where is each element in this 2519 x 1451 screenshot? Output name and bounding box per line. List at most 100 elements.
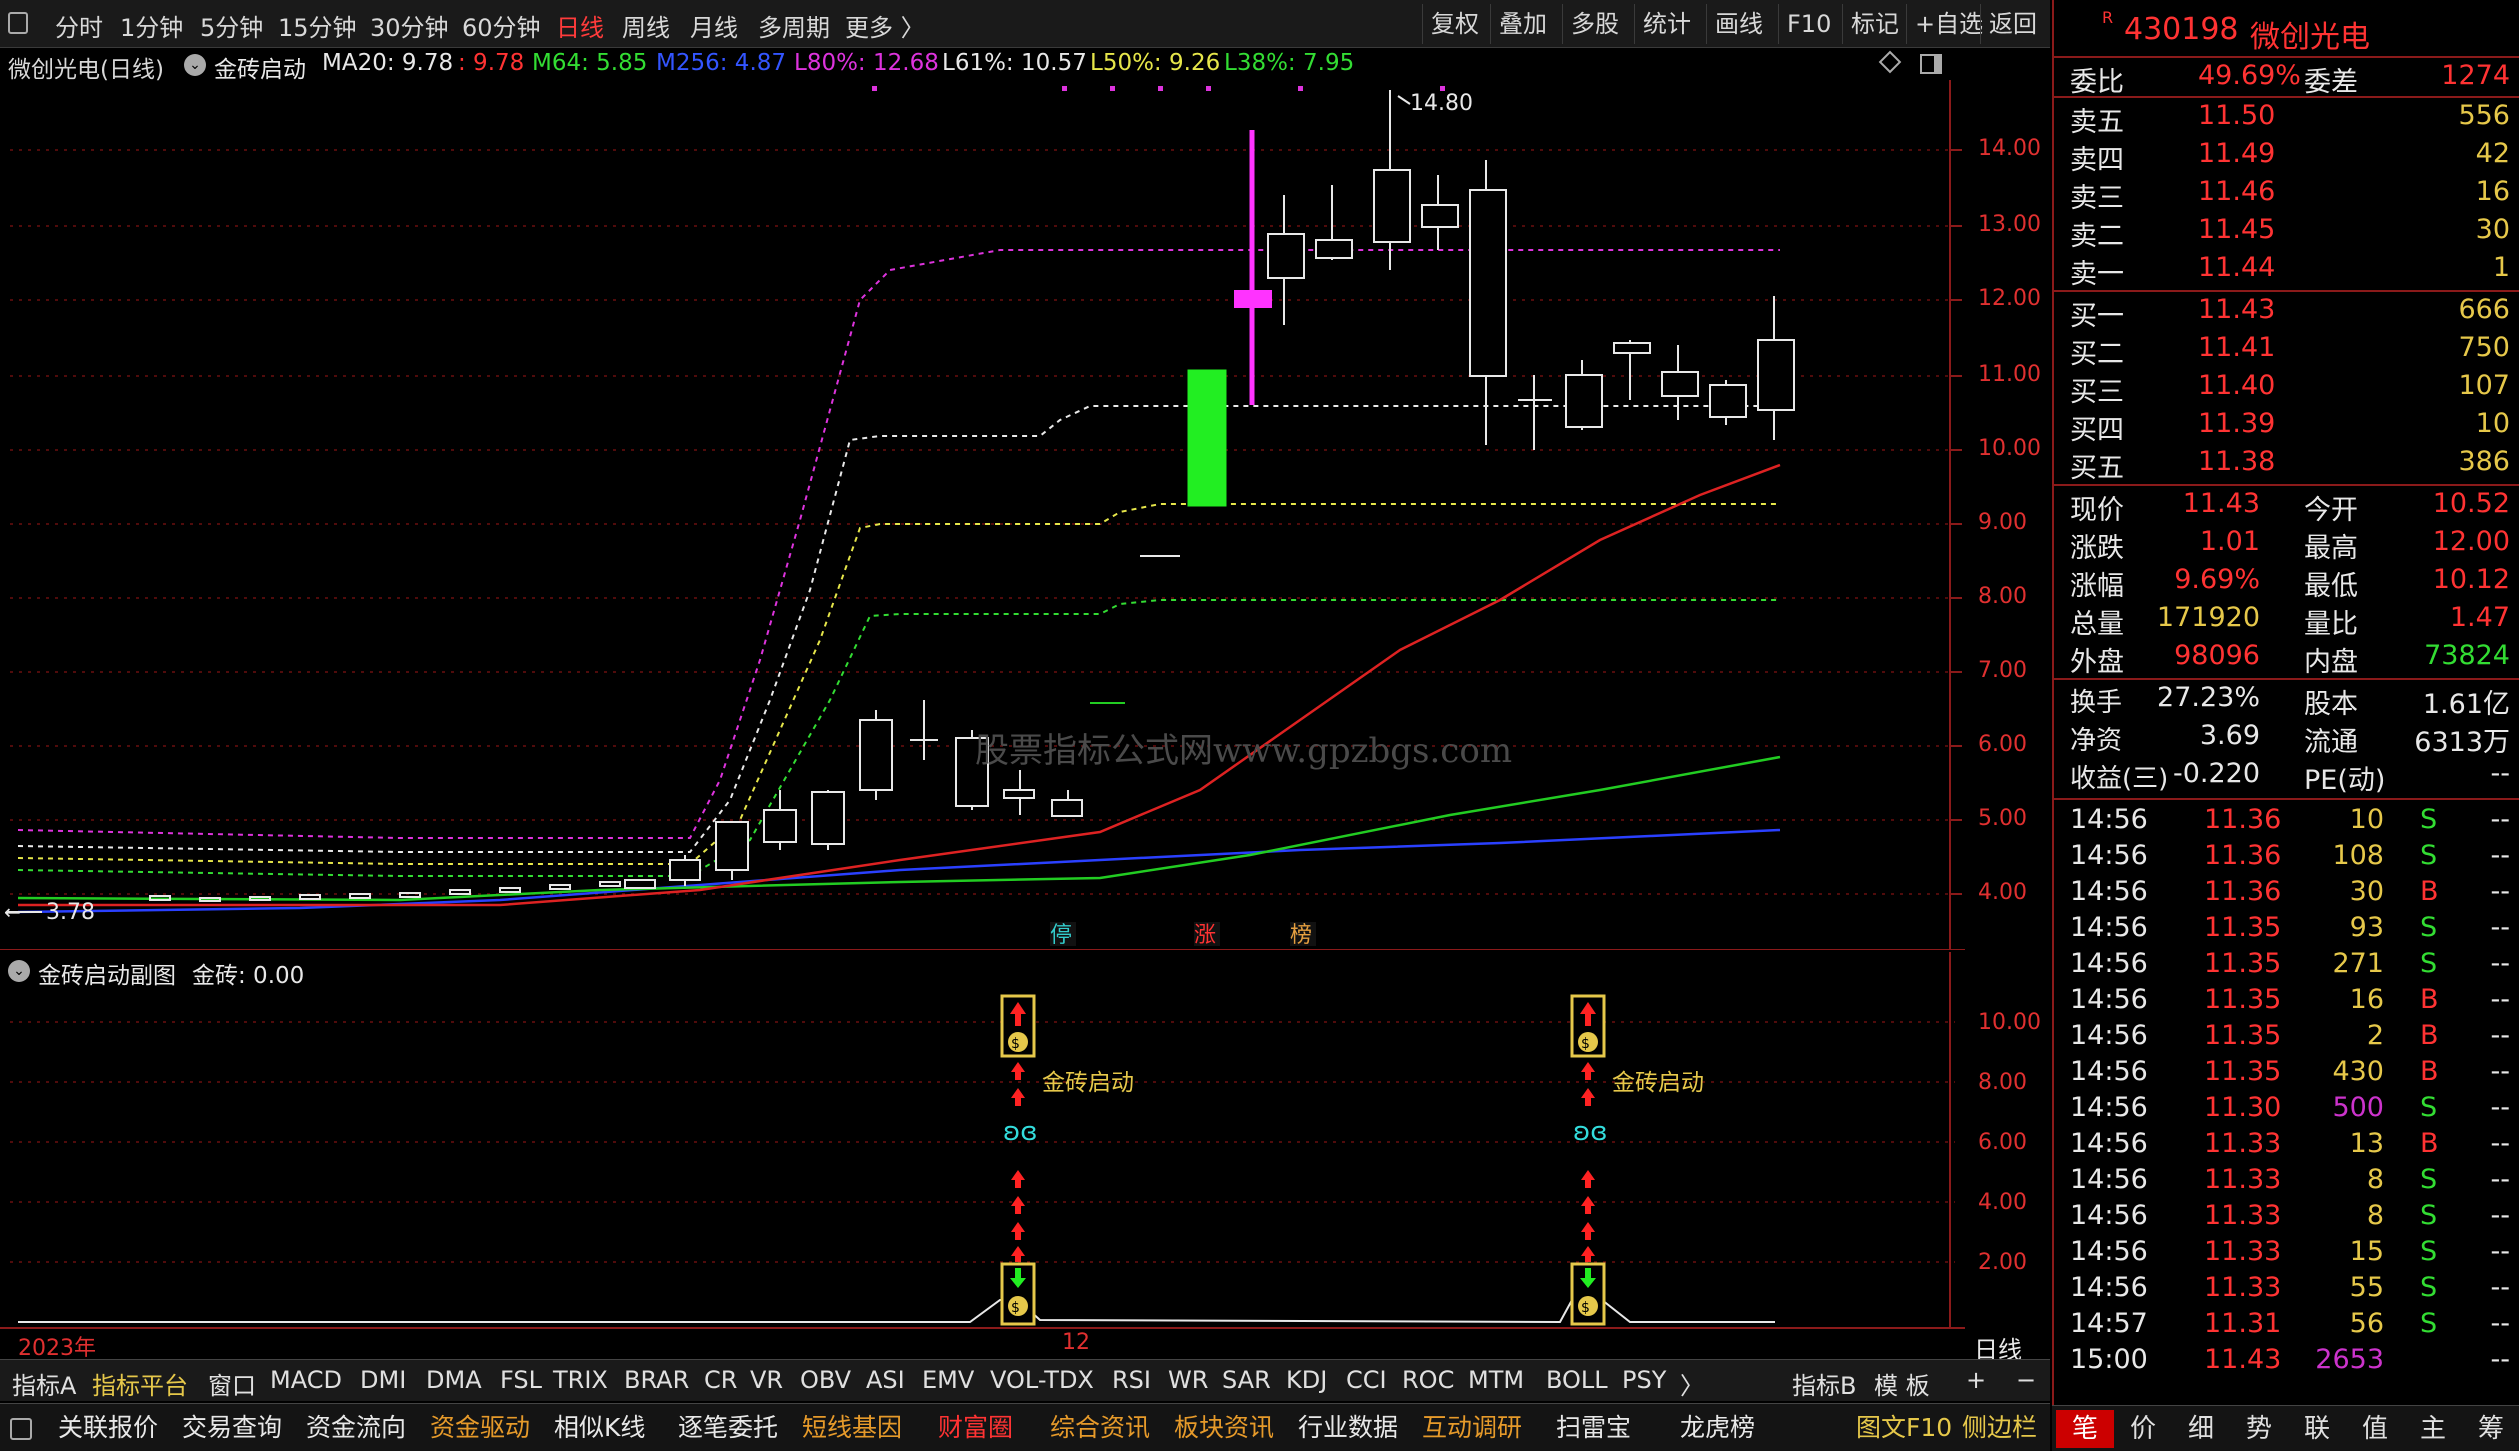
func-sidebar[interactable]: 侧边栏: [1962, 1410, 2037, 1446]
func-dragon-tiger[interactable]: 龙虎榜: [1680, 1410, 1755, 1446]
suspend-marker[interactable]: 停: [1050, 923, 1072, 948]
tick-price: 11.43: [2204, 1344, 2282, 1375]
quote-tab[interactable]: 价: [2114, 1410, 2172, 1448]
ask-row[interactable]: 卖一 11.44 1: [2070, 252, 2510, 290]
bid-row[interactable]: 买一 11.43 666: [2070, 294, 2510, 332]
mark-button[interactable]: 标记: [1842, 4, 1907, 44]
fundamental-value: 3.69: [2199, 720, 2260, 751]
window-menu-icon[interactable]: [10, 1418, 32, 1440]
bid-row[interactable]: 买四 11.39 10: [2070, 408, 2510, 446]
limit-up-marker[interactable]: 涨: [1194, 923, 1216, 948]
main-kline-chart[interactable]: 14.80 ← 3.78 股票指标公式网www.gpzbgs.com 停 涨 榜: [0, 80, 1965, 950]
func-trade-query[interactable]: 交易查询: [182, 1410, 282, 1446]
quote-tab[interactable]: 主: [2404, 1410, 2462, 1448]
indicator-name[interactable]: 金砖启动: [214, 50, 306, 84]
template-tab[interactable]: 模 板: [1874, 1366, 1930, 1401]
quote-tab[interactable]: 笔: [2056, 1410, 2114, 1448]
func-interactive-survey[interactable]: 互动调研: [1422, 1410, 1522, 1446]
period-weekly[interactable]: 周线: [622, 8, 670, 43]
func-short-gene[interactable]: 短线基因: [802, 1410, 902, 1446]
indicator-platform-tab[interactable]: 指标平台: [92, 1366, 188, 1401]
indicator-mtm[interactable]: MTM: [1468, 1366, 1524, 1394]
indicator-vr[interactable]: VR: [750, 1366, 783, 1394]
stat-label: 涨跌: [2070, 533, 2124, 564]
indicator-psy[interactable]: PSY: [1622, 1366, 1666, 1394]
func-mine-scan[interactable]: 扫雷宝: [1556, 1410, 1631, 1446]
tick-volume: 271: [2332, 948, 2384, 979]
indicator-more-arrow[interactable]: 〉: [1680, 1366, 1704, 1401]
period-30min[interactable]: 30分钟: [370, 8, 449, 43]
indicator-dma[interactable]: DMA: [426, 1366, 482, 1394]
indicator-roc[interactable]: ROC: [1402, 1366, 1454, 1394]
period-60min[interactable]: 60分钟: [462, 8, 541, 43]
quote-tab[interactable]: 筹: [2462, 1410, 2519, 1448]
func-industry-data[interactable]: 行业数据: [1298, 1410, 1398, 1446]
sub-y-tick-4: 4.00: [1978, 1190, 2027, 1215]
period-intraday[interactable]: 分时: [55, 8, 103, 43]
multi-stock-button[interactable]: 多股: [1562, 4, 1627, 44]
bid-row[interactable]: 买三 11.40 107: [2070, 370, 2510, 408]
period-1min[interactable]: 1分钟: [120, 8, 183, 43]
indicator-cr[interactable]: CR: [704, 1366, 737, 1394]
ask-label: 卖五: [2070, 107, 2124, 138]
indicator-emv[interactable]: EMV: [922, 1366, 974, 1394]
func-fund-drive[interactable]: 资金驱动: [430, 1410, 530, 1446]
indicator-kdj[interactable]: KDJ: [1286, 1366, 1327, 1394]
period-daily[interactable]: 日线: [556, 8, 604, 43]
indicator-window-tab[interactable]: 窗口: [208, 1366, 256, 1401]
window-menu-icon[interactable]: [8, 12, 28, 34]
indicator-cci[interactable]: CCI: [1346, 1366, 1387, 1394]
ask-row[interactable]: 卖四 11.49 42: [2070, 138, 2510, 176]
indicator-wr[interactable]: WR: [1168, 1366, 1208, 1394]
indicator-brar[interactable]: BRAR: [624, 1366, 689, 1394]
indicator-a-tab[interactable]: 指标A: [12, 1366, 76, 1401]
add-window-button[interactable]: +: [1966, 1366, 1986, 1394]
quote-tab[interactable]: 值: [2346, 1410, 2404, 1448]
chevron-down-icon[interactable]: ⌄: [184, 54, 206, 76]
func-related-quote[interactable]: 关联报价: [58, 1410, 158, 1446]
period-5min[interactable]: 5分钟: [200, 8, 263, 43]
func-sector-news[interactable]: 板块资讯: [1174, 1410, 1274, 1446]
adjust-button[interactable]: 复权: [1422, 4, 1487, 44]
func-fund-flow[interactable]: 资金流向: [306, 1410, 406, 1446]
quote-tab[interactable]: 势: [2230, 1410, 2288, 1448]
func-order-detail[interactable]: 逐笔委托: [678, 1410, 778, 1446]
bid-row[interactable]: 买二 11.41 750: [2070, 332, 2510, 370]
sub-indicator-chart[interactable]: $ ʚɞ $ $ ʚɞ $ 金砖启动 金砖启动: [0, 952, 1965, 1332]
ask-row[interactable]: 卖三 11.46 16: [2070, 176, 2510, 214]
period-15min[interactable]: 15分钟: [278, 8, 357, 43]
back-button[interactable]: 返回: [1980, 4, 2045, 44]
indicator-sar[interactable]: SAR: [1222, 1366, 1271, 1394]
add-watchlist-button[interactable]: +自选: [1906, 4, 1991, 44]
indicator-dmi[interactable]: DMI: [360, 1366, 406, 1394]
indicator-obv[interactable]: OBV: [800, 1366, 851, 1394]
ask-row[interactable]: 卖二 11.45 30: [2070, 214, 2510, 252]
quote-tab[interactable]: 联: [2288, 1410, 2346, 1448]
period-multi[interactable]: 多周期: [758, 8, 830, 43]
func-f10-graphic[interactable]: 图文F10: [1856, 1410, 1952, 1446]
remove-window-button[interactable]: −: [2016, 1366, 2036, 1394]
quote-tab[interactable]: 细: [2172, 1410, 2230, 1448]
draw-line-button[interactable]: 画线: [1706, 4, 1771, 44]
ask-row[interactable]: 卖五 11.50 556: [2070, 100, 2510, 138]
indicator-b-tab[interactable]: 指标B: [1792, 1366, 1856, 1401]
billboard-marker[interactable]: 榜: [1290, 923, 1312, 948]
diamond-icon[interactable]: [1878, 50, 1902, 74]
overlay-button[interactable]: 叠加: [1490, 4, 1555, 44]
panel-toggle-icon[interactable]: [1920, 54, 1942, 74]
f10-button[interactable]: F10: [1778, 4, 1839, 44]
func-news[interactable]: 综合资讯: [1050, 1410, 1150, 1446]
indicator-rsi[interactable]: RSI: [1112, 1366, 1151, 1394]
func-wealth-circle[interactable]: 财富圈: [938, 1410, 1013, 1446]
period-more[interactable]: 更多 〉: [845, 8, 925, 43]
indicator-asi[interactable]: ASI: [866, 1366, 905, 1394]
indicator-trix[interactable]: TRIX: [553, 1366, 608, 1394]
indicator-macd[interactable]: MACD: [270, 1366, 342, 1394]
period-monthly[interactable]: 月线: [690, 8, 738, 43]
func-similar-kline[interactable]: 相似K线: [554, 1410, 645, 1446]
indicator-vol-tdx[interactable]: VOL-TDX: [990, 1366, 1094, 1394]
indicator-boll[interactable]: BOLL: [1546, 1366, 1608, 1394]
bid-row[interactable]: 买五 11.38 386: [2070, 446, 2510, 484]
statistics-button[interactable]: 统计: [1634, 4, 1699, 44]
indicator-fsl[interactable]: FSL: [500, 1366, 542, 1394]
